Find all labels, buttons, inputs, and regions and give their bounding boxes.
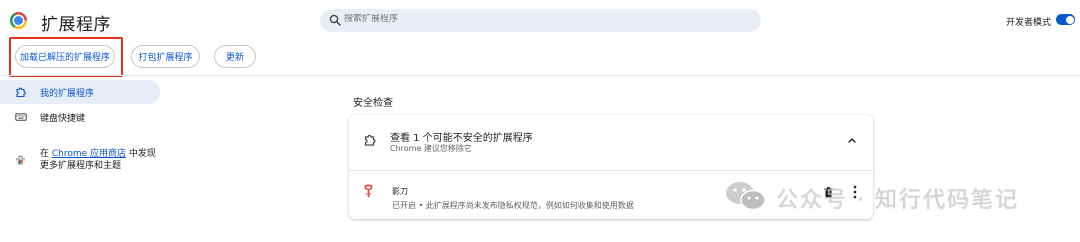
- puzzle-icon: [364, 134, 376, 146]
- header-bar: 扩展程序 开发者模式: [0, 0, 1080, 44]
- search-bar[interactable]: [320, 9, 761, 32]
- extension-name: 影刀: [392, 187, 408, 196]
- developer-mode-toggle[interactable]: [1056, 14, 1075, 25]
- sidebar-item-my-extensions[interactable]: 我的扩展程序: [0, 80, 160, 104]
- unsafe-extensions-title: 查看 1 个可能不安全的扩展程序: [390, 133, 533, 144]
- developer-mode-label: 开发者模式: [1006, 18, 1052, 28]
- keyboard-icon: [15, 113, 27, 121]
- safety-check-title: 安全检查: [353, 98, 393, 109]
- page-title: 扩展程序: [41, 15, 111, 35]
- header-divider: [0, 75, 1080, 76]
- chrome-web-store-icon: [16, 155, 25, 165]
- sidebar-item-keyboard-shortcuts[interactable]: 键盘快捷键: [0, 105, 160, 129]
- chevron-up-icon[interactable]: [847, 136, 857, 144]
- safety-check-card: 查看 1 个可能不安全的扩展程序 Chrome 建议您移除它 影刀 已开启 • …: [349, 115, 873, 219]
- search-input[interactable]: [344, 14, 744, 24]
- more-options-icon[interactable]: [853, 185, 857, 199]
- web-store-promo: 在 Chrome 应用商店 中发现更多扩展程序和主题: [40, 148, 160, 172]
- load-unpacked-button[interactable]: 加载已解压的扩展程序: [15, 45, 115, 68]
- update-button[interactable]: 更新: [214, 45, 256, 68]
- web-store-prefix: 在: [40, 149, 52, 159]
- puzzle-icon: [16, 87, 26, 98]
- sidebar-item-label: 我的扩展程序: [40, 89, 95, 99]
- web-store-link[interactable]: Chrome 应用商店: [52, 149, 126, 159]
- chrome-logo-icon: [10, 12, 27, 29]
- extension-description: 已开启 • 此扩展程序尚未发布隐私权规范，例如如何收集和使用数据: [392, 201, 634, 210]
- pack-extension-button[interactable]: 打包扩展程序: [131, 45, 200, 68]
- delete-icon[interactable]: [824, 187, 833, 198]
- extension-logo-icon: [364, 184, 373, 198]
- sidebar-item-label: 键盘快捷键: [40, 114, 86, 124]
- toolbar: 加载已解压的扩展程序 打包扩展程序 更新: [0, 37, 1080, 77]
- card-divider: [349, 170, 873, 171]
- search-icon: [329, 14, 341, 26]
- toggle-knob: [1065, 15, 1074, 24]
- unsafe-extensions-subtitle: Chrome 建议您移除它: [390, 144, 472, 153]
